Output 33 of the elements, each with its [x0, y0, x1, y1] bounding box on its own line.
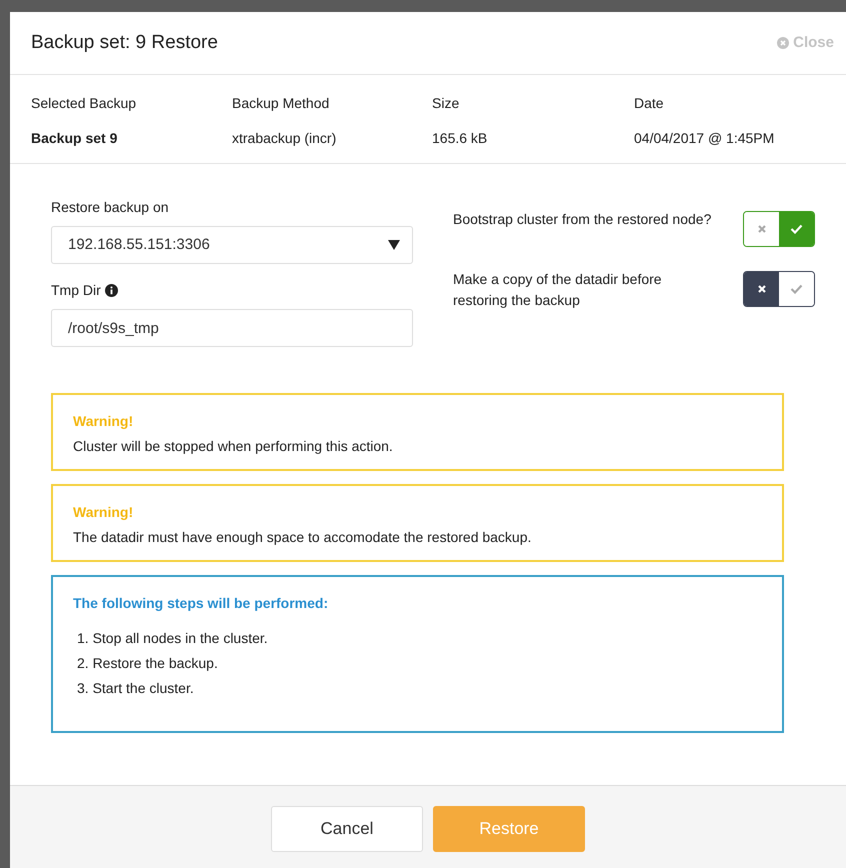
host-select[interactable]: 192.168.55.151:3306: [51, 226, 413, 264]
field-label: Tmp Dir: [51, 281, 101, 300]
step-item: 2. Restore the backup.: [77, 654, 219, 673]
cancel-button[interactable]: Cancel: [271, 806, 423, 852]
info-icon: [104, 284, 118, 297]
table-cell-text: xtrabackup (incr): [232, 129, 338, 148]
column-header: Date: [634, 94, 665, 113]
alert-text: Cluster will be stopped when performing this action.: [73, 437, 394, 456]
table-cell-text: 04/04/2017 @ 1:45PM: [634, 129, 776, 148]
tmp-dir-field[interactable]: /root/s9s_tmp: [51, 309, 413, 347]
check-icon: [790, 224, 803, 234]
column-header: Size: [432, 94, 460, 113]
field-label: Restore backup on: [51, 198, 169, 217]
column-header: Backup Method: [232, 94, 330, 113]
close-icon: [777, 37, 790, 49]
table-cell-text: 165.6 kB: [432, 129, 488, 148]
cross-icon: [756, 284, 766, 294]
dialog-title: Backup set: 9 Restore: [31, 30, 218, 55]
table-cell-text: Backup set 9: [31, 129, 118, 148]
check-icon: [790, 284, 803, 294]
toggle-switch[interactable]: [743, 211, 815, 247]
step-item: 3. Start the cluster.: [77, 679, 195, 698]
alert-title: Warning!: [73, 412, 134, 431]
alert-text: The datadir must have enough space to accomodate the restored backup.: [73, 528, 532, 547]
toggle-switch[interactable]: [743, 271, 815, 307]
column-header: Selected Backup: [31, 94, 138, 113]
toggle-label: Make a copy of the datadir before restoring the backup: [453, 270, 663, 310]
cross-icon: [756, 224, 766, 234]
toggle-label: Bootstrap cluster from the restored node?: [453, 210, 712, 229]
step-item: 1. Stop all nodes in the cluster.: [77, 629, 269, 648]
dropdown-arrow-icon: [388, 240, 400, 250]
alert-title: The following steps will be performed:: [73, 594, 330, 613]
alert-title: Warning!: [73, 503, 134, 522]
